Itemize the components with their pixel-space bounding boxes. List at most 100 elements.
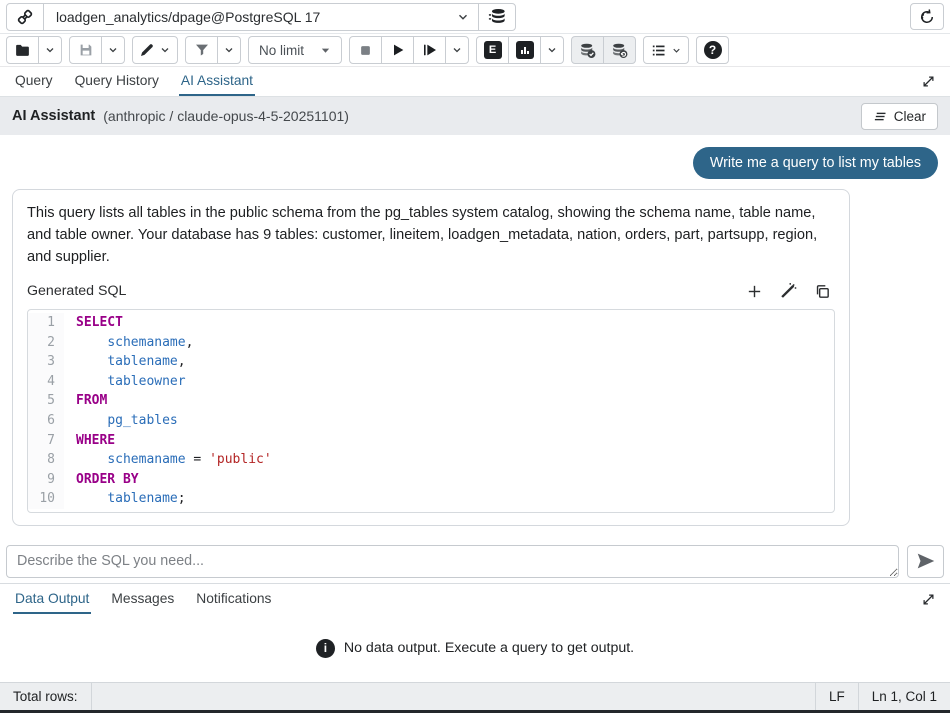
magic-wand-icon [779,282,797,300]
expand-output-button[interactable] [921,584,936,614]
tab-data-output[interactable]: Data Output [13,584,91,614]
explain-e-icon: E [484,41,502,59]
chevron-down-icon [159,44,171,56]
sql-line: 8 schemaname = 'public' [28,450,834,470]
list-icon [650,42,667,59]
connection-name: loadgen_analytics/dpage@PostgreSQL 17 [56,9,456,25]
output-tabbar: Data Output Messages Notifications [0,583,950,614]
explain-button[interactable]: E [476,36,509,64]
copy-icon [814,283,831,300]
filter-button[interactable] [185,36,218,64]
play-icon [390,42,406,58]
tab-query[interactable]: Query [13,67,55,96]
edit-menu-button[interactable] [132,36,178,64]
line-number: 3 [28,352,64,372]
expand-panel-button[interactable] [921,67,936,96]
tab-ai-assistant[interactable]: AI Assistant [179,67,255,96]
connection-selector[interactable]: loadgen_analytics/dpage@PostgreSQL 17 [43,3,479,31]
ai-assistant-model: (anthropic / claude-opus-4-5-20251101) [103,108,349,124]
stop-button[interactable] [349,36,382,64]
line-number: 9 [28,470,64,490]
sql-line-text: tableowner [64,372,186,392]
copy-sql-button[interactable] [809,278,835,304]
refresh-rotate-icon [918,8,936,26]
explain-analyze-chart-icon [516,41,534,59]
insert-sql-button[interactable] [741,278,767,304]
refine-sql-button[interactable] [775,278,801,304]
assistant-response-card: This query lists all tables in the publi… [12,189,850,526]
play-to-cursor-icon [422,42,438,58]
line-number: 10 [28,489,64,509]
generated-sql-header: Generated SQL [27,278,835,304]
sql-line: 4 tableowner [28,372,834,392]
filter-menu-button[interactable] [217,36,241,64]
sql-line-text: SELECT [64,313,123,333]
filter-funnel-icon [194,42,210,58]
chat-area: Write me a query to list my tables This … [0,135,950,539]
prompt-input[interactable] [6,545,899,578]
explain-menu-button[interactable] [540,36,564,64]
line-number: 2 [28,333,64,353]
save-file-menu-button[interactable] [101,36,125,64]
folder-icon [14,42,31,59]
ai-assistant-header: AI Assistant (anthropic / claude-opus-4-… [0,97,950,135]
help-button[interactable]: ? [696,36,729,64]
help-group: ? [696,36,729,64]
line-number: 6 [28,411,64,431]
save-file-button[interactable] [69,36,102,64]
execute-group [349,36,469,64]
open-file-group [6,36,62,64]
open-file-button[interactable] [6,36,39,64]
connection-status-button[interactable] [6,3,44,31]
line-number: 1 [28,313,64,333]
explain-group: E [476,36,564,64]
sql-line-text: WHERE [64,431,115,451]
generated-sql-code-block[interactable]: 1SELECT2 schemaname,3 tablename,4 tableo… [27,309,835,513]
commit-database-check-icon [578,41,597,60]
clear-all-icon [873,109,888,124]
tab-messages[interactable]: Messages [109,584,176,614]
dropdown-arrow-icon [320,45,331,56]
stop-square-icon [358,43,373,58]
sql-line: 2 schemaname, [28,333,834,353]
execute-to-cursor-button[interactable] [413,36,446,64]
tab-notifications[interactable]: Notifications [194,584,273,614]
save-file-group [69,36,125,64]
send-button[interactable] [907,545,944,578]
help-question-icon: ? [704,41,722,59]
reset-layout-button[interactable] [910,3,944,30]
rollback-button[interactable] [603,36,636,64]
clear-button[interactable]: Clear [861,103,938,130]
sql-line: 1SELECT [28,313,834,333]
sql-line-text: schemaname, [64,333,193,353]
macro-menu-button[interactable] [643,36,689,64]
connection-group: loadgen_analytics/dpage@PostgreSQL 17 [6,3,516,31]
status-bar: Total rows: LF Ln 1, Col 1 [0,682,950,710]
sql-line: 5FROM [28,391,834,411]
macro-group [643,36,689,64]
commit-button[interactable] [571,36,604,64]
execute-button[interactable] [381,36,414,64]
explain-analyze-button[interactable] [508,36,541,64]
database-icon [488,7,507,26]
execute-menu-button[interactable] [445,36,469,64]
query-toolbar: No limit E [0,34,950,67]
connection-bar: loadgen_analytics/dpage@PostgreSQL 17 [0,0,950,34]
expand-diagonal-icon [921,592,936,607]
row-limit-select[interactable]: No limit [248,36,342,64]
cursor-position: Ln 1, Col 1 [859,683,950,710]
empty-output-message: No data output. Execute a query to get o… [344,640,634,656]
save-floppy-icon [78,42,94,58]
sql-line-text: tablename, [64,352,186,372]
new-connection-button[interactable] [478,3,516,31]
sql-line-text: tablename; [64,489,186,509]
open-file-menu-button[interactable] [38,36,62,64]
sql-line: 6 pg_tables [28,411,834,431]
generated-sql-actions [741,278,835,304]
connected-plug-icon [15,7,35,27]
status-bar-right: LF Ln 1, Col 1 [815,683,950,710]
sql-line: 10 tablename; [28,489,834,509]
tab-query-history[interactable]: Query History [73,67,161,96]
line-number: 5 [28,391,64,411]
eol-indicator[interactable]: LF [816,683,858,710]
